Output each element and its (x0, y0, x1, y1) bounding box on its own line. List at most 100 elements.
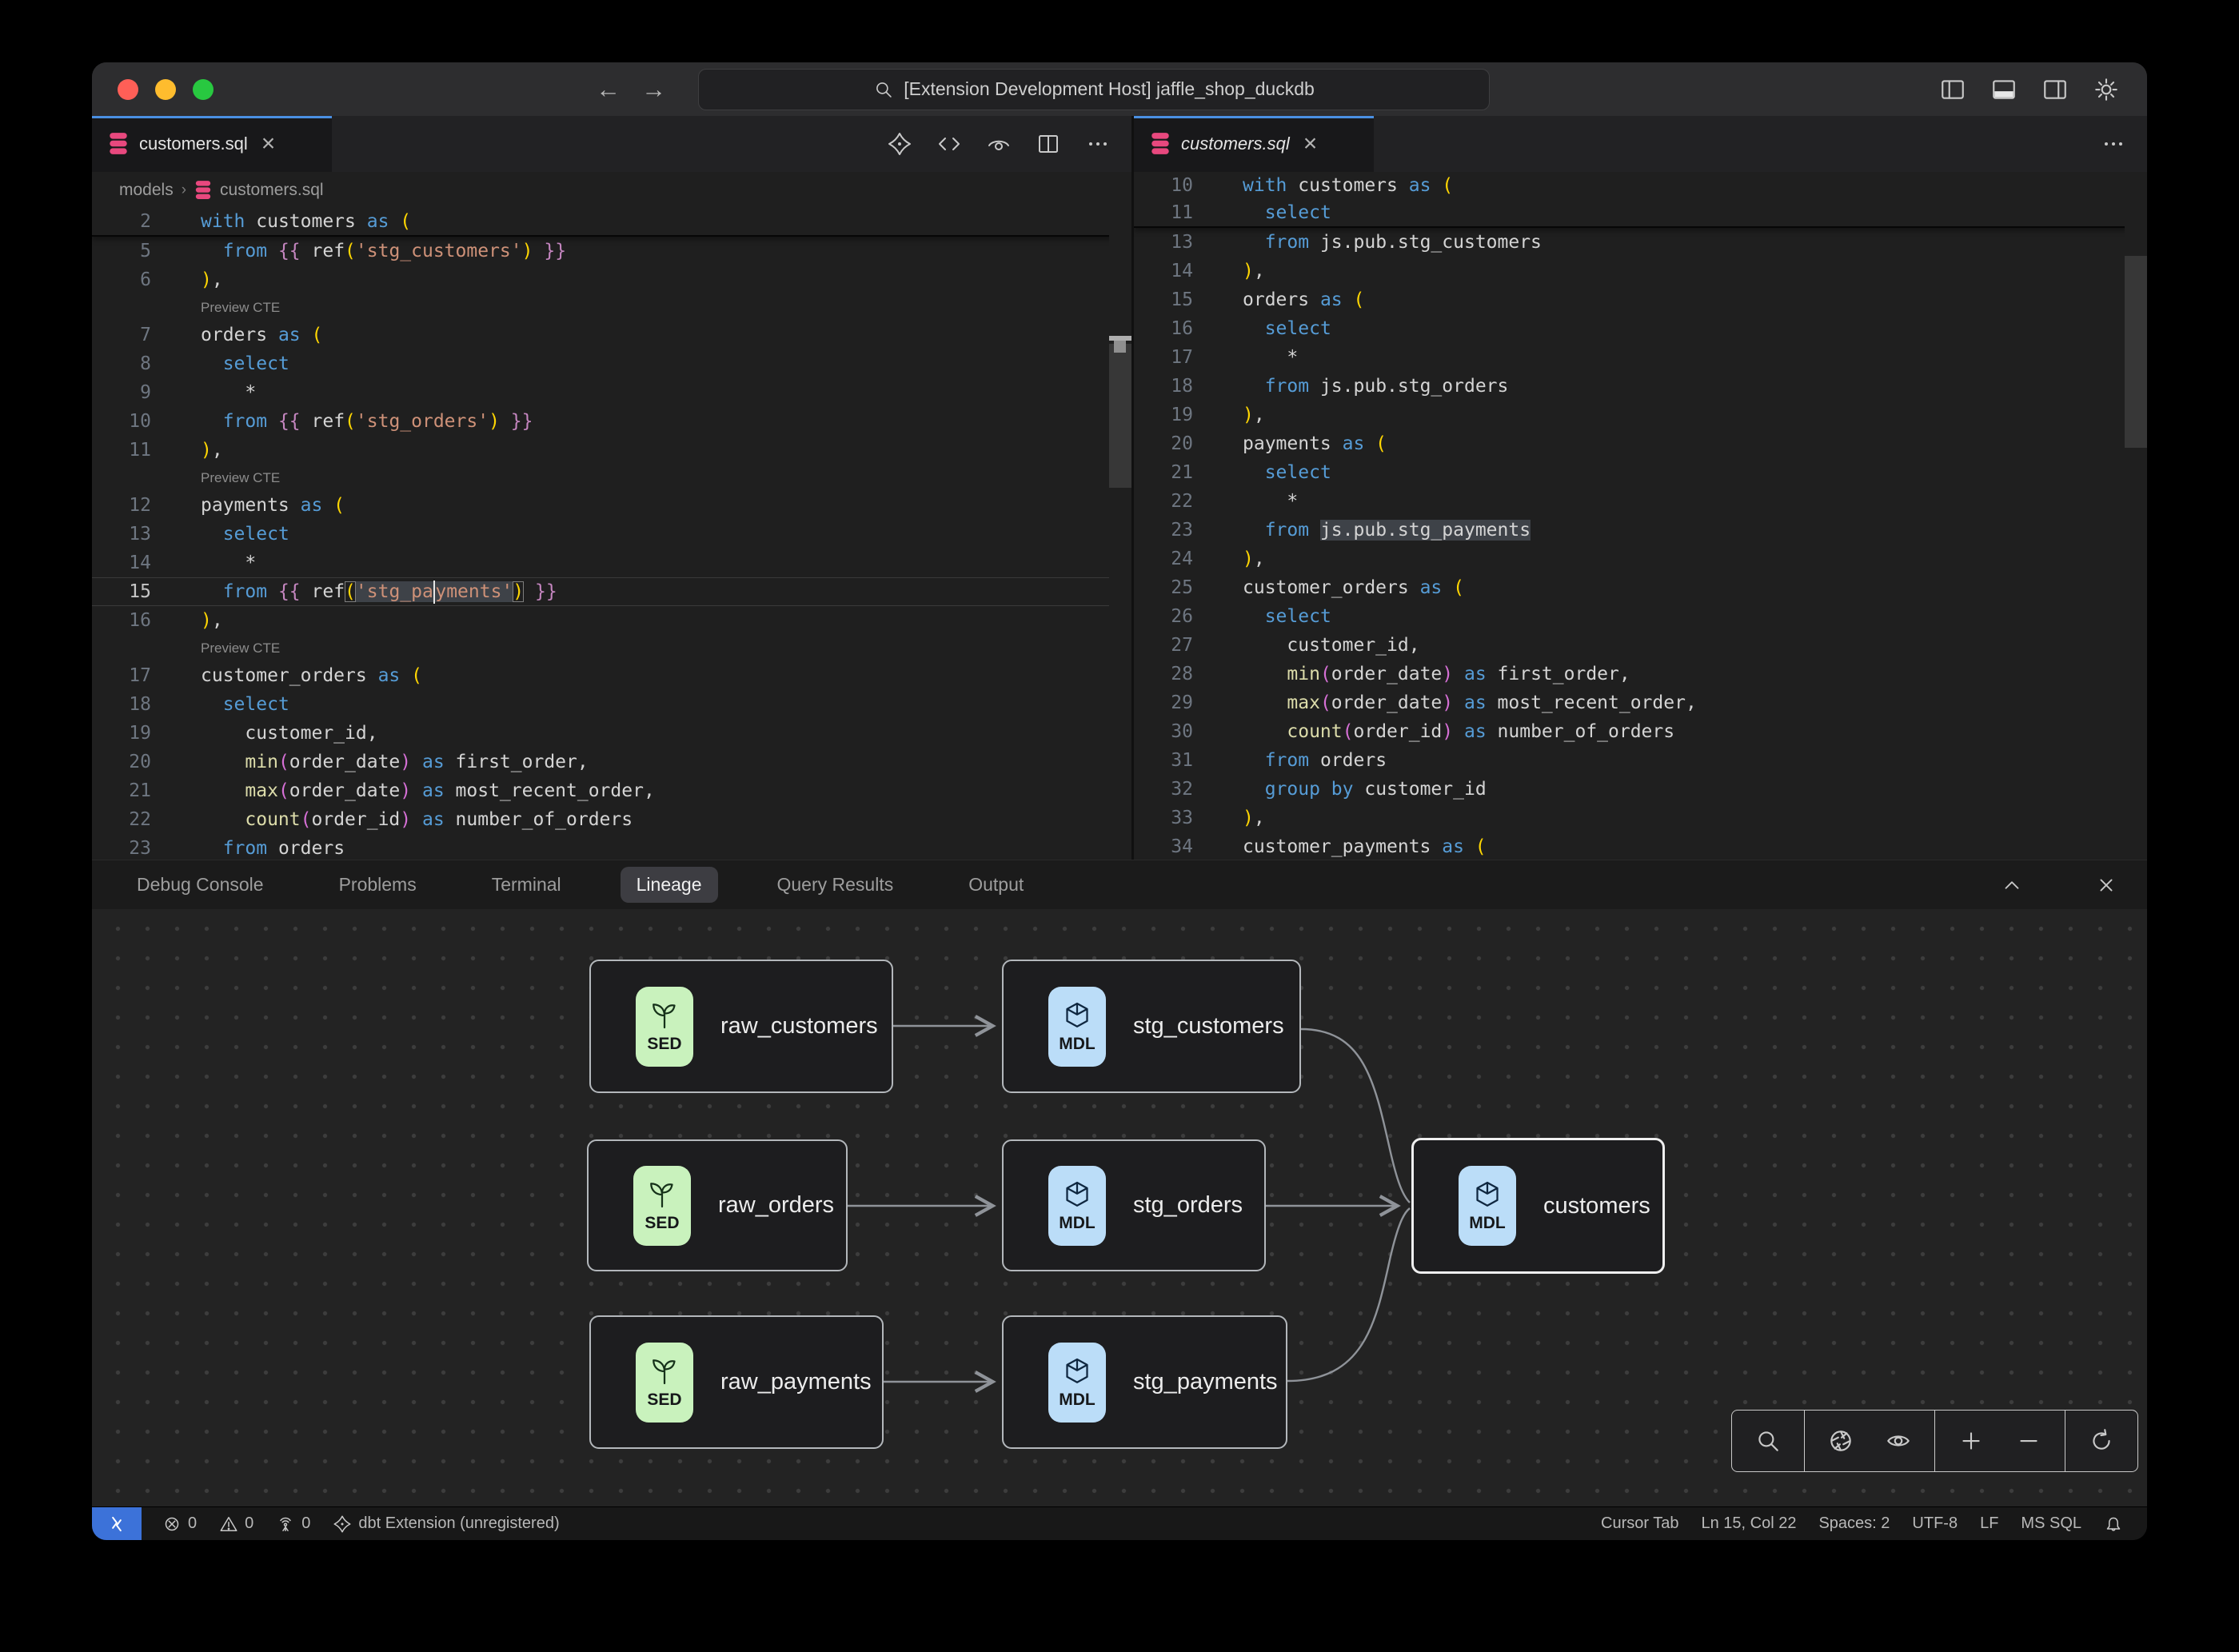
statusbar-left: 000dbt Extension (unregistered) (151, 1507, 571, 1540)
code-line: 11 select (1134, 199, 2147, 226)
tab-customers-sql-right[interactable]: customers.sql × (1134, 116, 1374, 172)
tab-customers-sql-left[interactable]: customers.sql × (92, 116, 332, 172)
close-window-button[interactable] (118, 79, 138, 100)
status-item-lf[interactable]: LF (1969, 1514, 2010, 1533)
code-line: 21 max(order_date) as most_recent_order, (92, 776, 1131, 805)
cube-icon (1061, 1355, 1093, 1387)
zoom-out-icon (2015, 1427, 2042, 1454)
status-item-cursor-tab[interactable]: Cursor Tab (1590, 1514, 1690, 1533)
status-item-ms-sql[interactable]: MS SQL (2010, 1514, 2093, 1533)
left-scrollbar[interactable] (1109, 208, 1131, 860)
code-line: 26 select (1134, 602, 2147, 631)
code-line: 16), (92, 606, 1131, 635)
status-item-0[interactable]: 0 (265, 1514, 321, 1534)
status-item-bell-icon[interactable] (2093, 1514, 2134, 1534)
scrollbar-slider[interactable] (1109, 344, 1131, 488)
codelens-line: Preview CTE (92, 294, 1131, 321)
breadcrumb-models[interactable]: models (119, 181, 174, 200)
code-icon[interactable] (936, 131, 962, 157)
panel-tab-output[interactable]: Output (952, 867, 1040, 903)
lineage-node-stg_orders[interactable]: MDLstg_orders (1002, 1139, 1266, 1271)
tab-close-icon[interactable]: × (261, 132, 276, 156)
code-line: 18 select (92, 690, 1131, 719)
zoom-in-button[interactable] (1946, 1416, 1996, 1466)
code-line: 22 * (1134, 487, 2147, 516)
right-code-editor[interactable]: 10with customers as (11 select 13 from j… (1134, 172, 2147, 860)
sticky-lines: 10with customers as (11 select (1134, 172, 2147, 228)
code-line: 18 from js.pub.stg_orders (1134, 372, 2147, 401)
code-line: 23 from orders (92, 834, 1131, 860)
back-arrow-icon[interactable]: ← (596, 75, 621, 104)
vscode-window: ← → [Extension Development Host] jaffle_… (92, 62, 2147, 1540)
node-label: raw_orders (718, 1192, 834, 1219)
ellipsis-icon[interactable] (1085, 131, 1111, 157)
panel-tab-debug-console[interactable]: Debug Console (121, 867, 280, 903)
seedling-icon (646, 1179, 678, 1211)
node-label: stg_payments (1133, 1369, 1278, 1395)
breadcrumb-file[interactable]: customers.sql (220, 181, 324, 200)
right-editor-pane: customers.sql × 10with customers as (11 … (1134, 116, 2147, 860)
code-line: 13 from js.pub.stg_customers (1134, 228, 2147, 257)
zoom-out-button[interactable] (2004, 1416, 2053, 1466)
aperture-button[interactable] (1816, 1416, 1866, 1466)
lineage-canvas[interactable]: SEDraw_customersMDLstg_customersSEDraw_o… (92, 909, 2147, 1506)
status-item-spaces-2[interactable]: Spaces: 2 (1807, 1514, 1901, 1533)
panel-tab-problems[interactable]: Problems (323, 867, 433, 903)
lineage-node-stg_customers[interactable]: MDLstg_customers (1002, 960, 1301, 1093)
ellipsis-icon[interactable] (2101, 131, 2126, 157)
tab-close-icon[interactable]: × (1303, 132, 1318, 156)
search-text: [Extension Development Host] jaffle_shop… (904, 78, 1315, 100)
preview-eye-icon[interactable] (986, 131, 1012, 157)
settings-gear-icon[interactable] (2093, 76, 2120, 103)
close-icon[interactable] (2094, 873, 2118, 897)
seedling-icon (649, 1000, 680, 1032)
code-line: 23 from js.pub.stg_payments (1134, 516, 2147, 545)
lineage-node-customers[interactable]: MDLcustomers (1411, 1138, 1665, 1274)
code-line: 19), (1134, 401, 2147, 429)
status-item-0[interactable]: 0 (151, 1514, 208, 1534)
refresh-button[interactable] (2077, 1416, 2126, 1466)
code-line: 14 * (92, 549, 1131, 577)
minimize-window-button[interactable] (155, 79, 176, 100)
code-line: 8 select (92, 349, 1131, 378)
panel-tab-lineage[interactable]: Lineage (621, 867, 718, 903)
panel-tab-query-results[interactable]: Query Results (761, 867, 910, 903)
code-line: 17 * (1134, 343, 2147, 372)
graph-search-button[interactable] (1743, 1416, 1793, 1466)
status-item-dbt-extension-unregistered-[interactable]: dbt Extension (unregistered) (321, 1514, 570, 1534)
lineage-node-raw_customers[interactable]: SEDraw_customers (589, 960, 893, 1093)
status-item-0[interactable]: 0 (208, 1514, 265, 1534)
forward-arrow-icon[interactable]: → (641, 75, 666, 104)
maximize-window-button[interactable] (193, 79, 214, 100)
titlebar: ← → [Extension Development Host] jaffle_… (92, 62, 2147, 116)
command-center-search[interactable]: [Extension Development Host] jaffle_shop… (698, 69, 1490, 110)
code-line: 34customer_payments as ( (1134, 832, 2147, 860)
warning-icon (219, 1514, 238, 1534)
code-lines: 13 from js.pub.stg_customers14),15orders… (1134, 228, 2147, 860)
right-tabstrip: customers.sql × (1134, 116, 2147, 172)
dbt-file-icon (1150, 132, 1171, 156)
left-code-editor[interactable]: 2with customers as ( 5 from {{ ref('stg_… (92, 208, 1131, 860)
dbt-icon[interactable] (887, 131, 912, 157)
panel-tab-terminal[interactable]: Terminal (476, 867, 577, 903)
cube-icon (1471, 1179, 1503, 1211)
layout-left-icon[interactable] (1939, 76, 1966, 103)
status-item-ln-15-col-22[interactable]: Ln 15, Col 22 (1690, 1514, 1807, 1533)
right-scrollbar[interactable] (2125, 172, 2147, 860)
status-item-utf-8[interactable]: UTF-8 (1901, 1514, 1969, 1533)
layout-right-icon[interactable] (2041, 76, 2069, 103)
split-editor-icon[interactable] (1036, 131, 1061, 157)
scrollbar-slider[interactable] (2125, 256, 2147, 448)
code-lines: 5 from {{ ref('stg_customers') }}6),Prev… (92, 237, 1131, 860)
code-line: 31 from orders (1134, 746, 2147, 775)
code-line: 27 customer_id, (1134, 631, 2147, 660)
eye-button[interactable] (1874, 1416, 1923, 1466)
lineage-node-raw_payments[interactable]: SEDraw_payments (589, 1315, 884, 1449)
remote-indicator[interactable] (92, 1507, 142, 1540)
seed-badge: SED (636, 987, 693, 1067)
chevron-up-icon[interactable] (2000, 873, 2024, 897)
lineage-node-stg_payments[interactable]: MDLstg_payments (1002, 1315, 1287, 1449)
breadcrumb[interactable]: models › customers.sql (92, 172, 1131, 208)
layout-bottom-icon[interactable] (1990, 76, 2017, 103)
lineage-node-raw_orders[interactable]: SEDraw_orders (587, 1139, 848, 1271)
